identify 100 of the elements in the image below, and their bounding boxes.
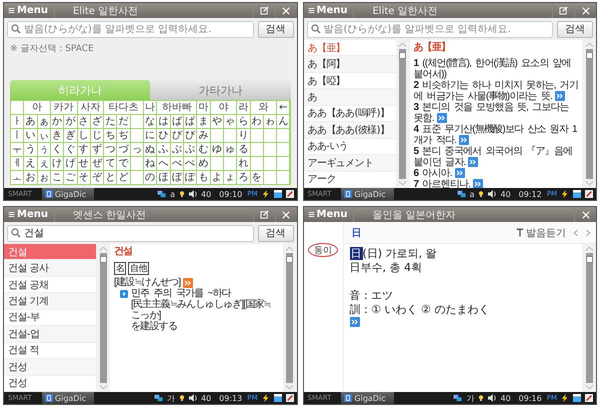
column-header[interactable]: 마 — [197, 101, 210, 114]
column-header[interactable]: 타다츠 — [104, 101, 144, 114]
kana-key[interactable]: を — [250, 171, 263, 184]
vowel-key[interactable]: ㅗ — [11, 171, 24, 184]
kana-key[interactable]: つ — [104, 143, 116, 156]
column-header[interactable]: 야 — [210, 101, 236, 114]
kana-key[interactable]: ら — [237, 115, 250, 128]
list-item[interactable]: 건설 기계 — [4, 293, 96, 310]
kana-key[interactable]: そ — [78, 171, 90, 184]
kana-key[interactable]: い — [24, 129, 37, 142]
kana-key[interactable]: こ — [50, 171, 64, 184]
kana-key[interactable]: く — [50, 143, 64, 156]
kana-key[interactable]: ご — [64, 171, 77, 184]
kana-key[interactable]: だ — [117, 115, 130, 128]
kana-key[interactable]: れ — [237, 157, 250, 170]
column-header[interactable]: ← — [277, 101, 290, 114]
search-button[interactable]: 검색 — [258, 20, 294, 38]
kana-key[interactable]: け — [50, 157, 64, 170]
kana-key[interactable]: ば — [170, 115, 184, 128]
column-header[interactable]: 사자 — [78, 101, 104, 114]
vowel-key[interactable]: ㅜ — [11, 143, 24, 156]
kana-key[interactable]: ぞ — [90, 171, 104, 184]
kana-key[interactable]: た — [104, 115, 116, 128]
list-item[interactable]: アーギュメント — [304, 155, 396, 172]
column-header[interactable]: 카가 — [50, 101, 77, 114]
kana-key[interactable]: む — [197, 143, 210, 156]
search-button[interactable]: 검색 — [557, 20, 593, 38]
kana-key[interactable]: づ — [117, 143, 130, 156]
kana-key[interactable]: ぜ — [90, 157, 104, 170]
column-header[interactable]: 라 — [237, 101, 250, 114]
kana-key[interactable]: ぅ — [38, 143, 50, 156]
list-item[interactable]: 건설 적 — [4, 342, 96, 360]
kana-key[interactable]: か — [50, 115, 64, 128]
kana-key[interactable]: ぷ — [184, 143, 196, 156]
kana-key[interactable]: で — [117, 157, 130, 170]
vowel-key[interactable]: ㅔ — [11, 157, 24, 170]
menu-button[interactable]: Menu — [4, 3, 55, 18]
kana-key[interactable]: や — [210, 115, 223, 128]
kana-key[interactable]: ゅ — [224, 143, 236, 156]
menu-button[interactable]: Menu — [304, 3, 354, 18]
app-button[interactable]: GigaDic — [341, 188, 394, 200]
list-item[interactable]: ああ-いう — [304, 138, 396, 156]
kana-key[interactable]: ひ — [157, 129, 170, 142]
vowel-key[interactable]: ㅏ — [11, 115, 24, 128]
kana-key[interactable]: に — [144, 129, 156, 142]
kana-key[interactable]: る — [237, 143, 250, 156]
scrollbar[interactable] — [586, 49, 592, 179]
app-button[interactable]: GigaDic — [42, 188, 94, 200]
kana-key[interactable]: み — [197, 129, 210, 142]
kana-key[interactable]: が — [64, 115, 77, 128]
kana-key[interactable]: ち — [104, 129, 116, 142]
kana-key[interactable]: ん — [277, 115, 290, 128]
kana-key[interactable]: ぽ — [184, 171, 196, 184]
list-item[interactable]: あ【亜】 — [304, 40, 396, 56]
scrollbar[interactable] — [586, 253, 592, 383]
list-item[interactable]: ああ【ああ(嗚呼)】 — [304, 106, 396, 122]
kana-key[interactable]: ぇ — [38, 157, 50, 170]
kana-key[interactable]: ゆ — [210, 143, 223, 156]
scrollbar[interactable] — [100, 253, 106, 383]
kana-key[interactable]: ね — [144, 157, 156, 170]
list-item[interactable]: あ — [304, 89, 396, 106]
kana-key[interactable]: お — [24, 171, 37, 184]
listen-button[interactable]: 발음듣기 — [516, 226, 566, 240]
list-item[interactable]: 건성 — [4, 359, 96, 376]
kana-key[interactable]: ろ — [237, 171, 250, 184]
list-item[interactable]: 건설-업 — [4, 326, 96, 343]
kana-key[interactable]: き — [50, 129, 64, 142]
kana-key[interactable]: ざ — [90, 115, 104, 128]
list-item[interactable]: 건성 — [4, 376, 96, 392]
kana-key[interactable]: よ — [210, 171, 223, 184]
list-item[interactable]: 건설-부 — [4, 310, 96, 326]
column-header[interactable]: 나 — [144, 101, 156, 114]
kana-key[interactable]: ぢ — [117, 129, 130, 142]
kana-key[interactable]: ぬ — [144, 143, 156, 156]
kana-key[interactable]: ず — [90, 143, 104, 156]
kana-key[interactable]: へ — [157, 157, 170, 170]
kana-key[interactable]: の — [144, 171, 156, 184]
kana-key[interactable]: ぶ — [170, 143, 184, 156]
list-item[interactable]: ああ【ああ(彼様)】 — [304, 122, 396, 139]
kana-key[interactable]: ゎ — [264, 115, 276, 128]
kana-key[interactable]: り — [237, 129, 250, 142]
list-item[interactable]: あ【阿】 — [304, 56, 396, 73]
scrollbar[interactable] — [399, 49, 406, 179]
kana-key[interactable]: ぺ — [184, 157, 196, 170]
column-header[interactable]: 하바빠 — [157, 101, 196, 114]
kana-key[interactable]: び — [170, 129, 184, 142]
kana-key[interactable]: は — [157, 115, 170, 128]
kana-key[interactable]: じ — [90, 129, 104, 142]
kana-key[interactable]: ぴ — [184, 129, 196, 142]
kana-key[interactable]: ぱ — [184, 115, 196, 128]
kana-key[interactable]: す — [78, 143, 90, 156]
scrollbar[interactable] — [286, 253, 293, 383]
kana-key[interactable]: さ — [78, 115, 90, 128]
kana-key[interactable]: ぁ — [38, 115, 50, 128]
kana-key[interactable]: ゃ — [224, 115, 236, 128]
list-item[interactable]: あ【啞】 — [304, 72, 396, 90]
kana-key[interactable]: ぼ — [170, 171, 184, 184]
kana-key[interactable]: ょ — [224, 171, 236, 184]
kana-key[interactable]: ぐ — [64, 143, 77, 156]
kana-key[interactable]: ま — [197, 115, 210, 128]
